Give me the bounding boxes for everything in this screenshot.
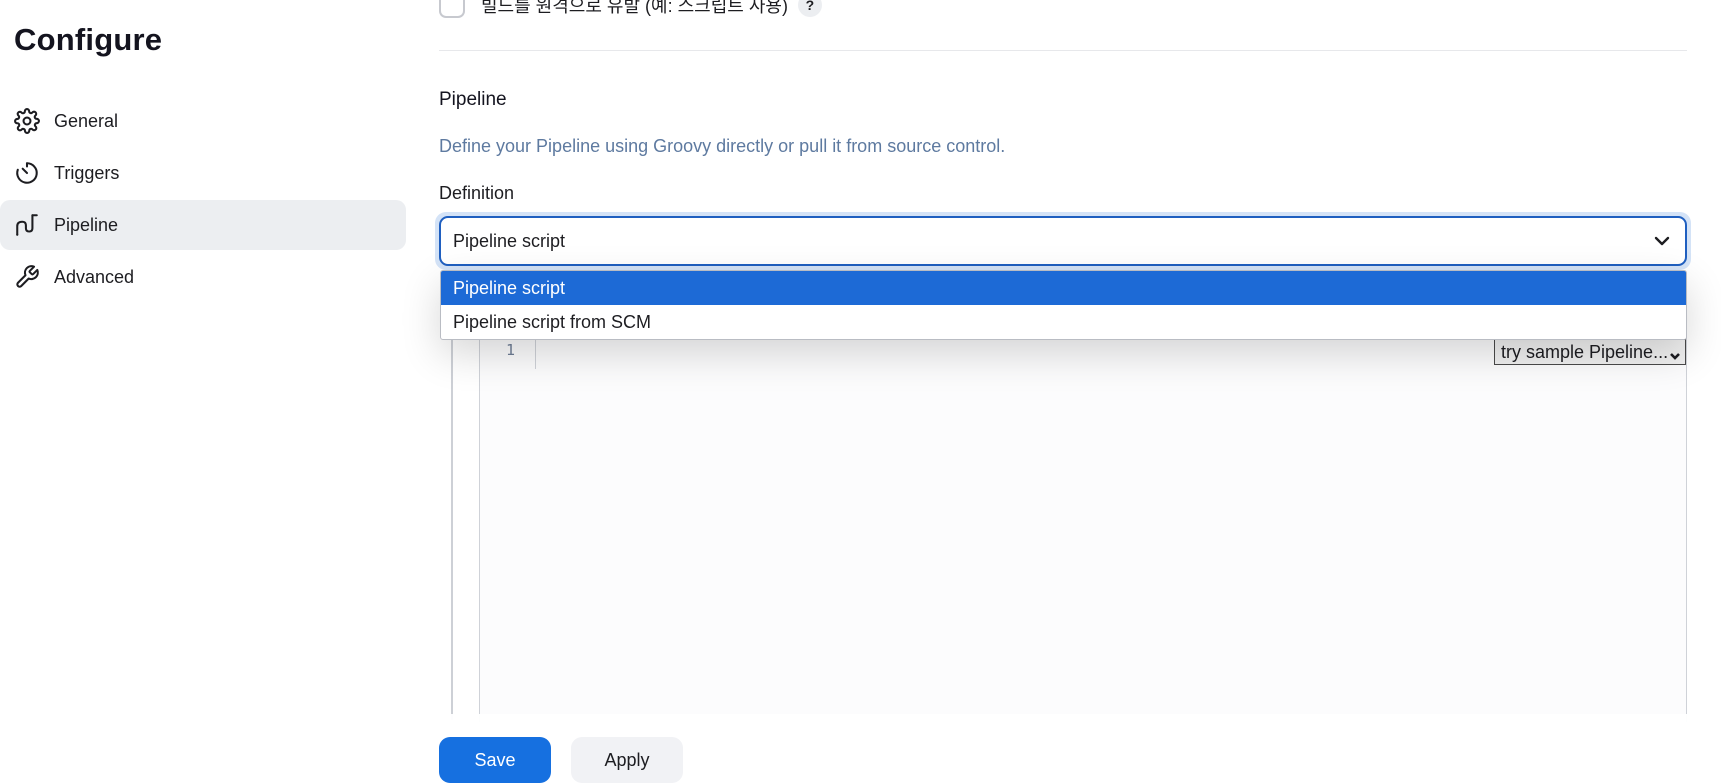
- sidebar-item-pipeline[interactable]: Pipeline: [0, 200, 406, 250]
- sidebar-item-advanced[interactable]: Advanced: [0, 252, 406, 302]
- help-icon[interactable]: ?: [797, 0, 822, 17]
- definition-label: Definition: [439, 183, 515, 203]
- sidebar-item-triggers[interactable]: Triggers: [0, 148, 406, 198]
- sample-pipeline-select[interactable]: try sample Pipeline...: [1494, 339, 1686, 365]
- chevron-down-icon: [1669, 346, 1681, 360]
- dropdown-option-pipeline-script[interactable]: Pipeline script: [441, 271, 1686, 305]
- definition-select[interactable]: Pipeline script: [439, 216, 1687, 266]
- remote-trigger-checkbox[interactable]: [439, 0, 465, 18]
- sidebar-item-label: General: [54, 110, 119, 131]
- sidebar-item-label: Pipeline: [54, 214, 119, 235]
- section-title: Pipeline: [439, 89, 507, 110]
- main-content: 빌드를 원격으로 유발 (예: 스크립트 사용) ? Pipeline Defi…: [435, 0, 1691, 784]
- page-title: Configure: [14, 22, 163, 57]
- dropdown-option-pipeline-script-from-scm[interactable]: Pipeline script from SCM: [441, 305, 1686, 339]
- pipeline-icon: [14, 212, 40, 238]
- save-button[interactable]: Save: [439, 737, 551, 783]
- wrench-icon: [14, 264, 40, 290]
- remote-trigger-option: 빌드를 원격으로 유발 (예: 스크립트 사용) ?: [439, 0, 822, 18]
- definition-select-value: Pipeline script: [453, 230, 566, 251]
- sidebar-nav: General Triggers Pipeline Advanced: [0, 96, 406, 304]
- sidebar-item-label: Advanced: [54, 266, 135, 287]
- script-editor[interactable]: 1 try sample Pipeline...: [479, 322, 1687, 722]
- sidebar-item-general[interactable]: General: [0, 96, 406, 146]
- timer-icon: [14, 160, 40, 186]
- definition-select-focus-ring: Pipeline script: [435, 212, 1691, 270]
- sidebar-item-label: Triggers: [54, 162, 120, 183]
- line-number: 1: [505, 341, 515, 359]
- apply-button[interactable]: Apply: [571, 737, 683, 783]
- sample-pipeline-select-value: try sample Pipeline...: [1501, 341, 1669, 362]
- definition-dropdown-list: Pipeline script Pipeline script from SCM: [440, 270, 1687, 340]
- section-divider: [439, 50, 1687, 51]
- remote-trigger-label: 빌드를 원격으로 유발 (예: 스크립트 사용): [481, 0, 788, 16]
- editor-gutter: 1: [480, 339, 536, 369]
- chevron-down-icon: [1651, 230, 1673, 252]
- sidebar: Configure General Triggers Pipeline Adva…: [0, 0, 430, 784]
- gear-icon: [14, 108, 40, 134]
- section-description: Define your Pipeline using Groovy direct…: [439, 136, 1006, 156]
